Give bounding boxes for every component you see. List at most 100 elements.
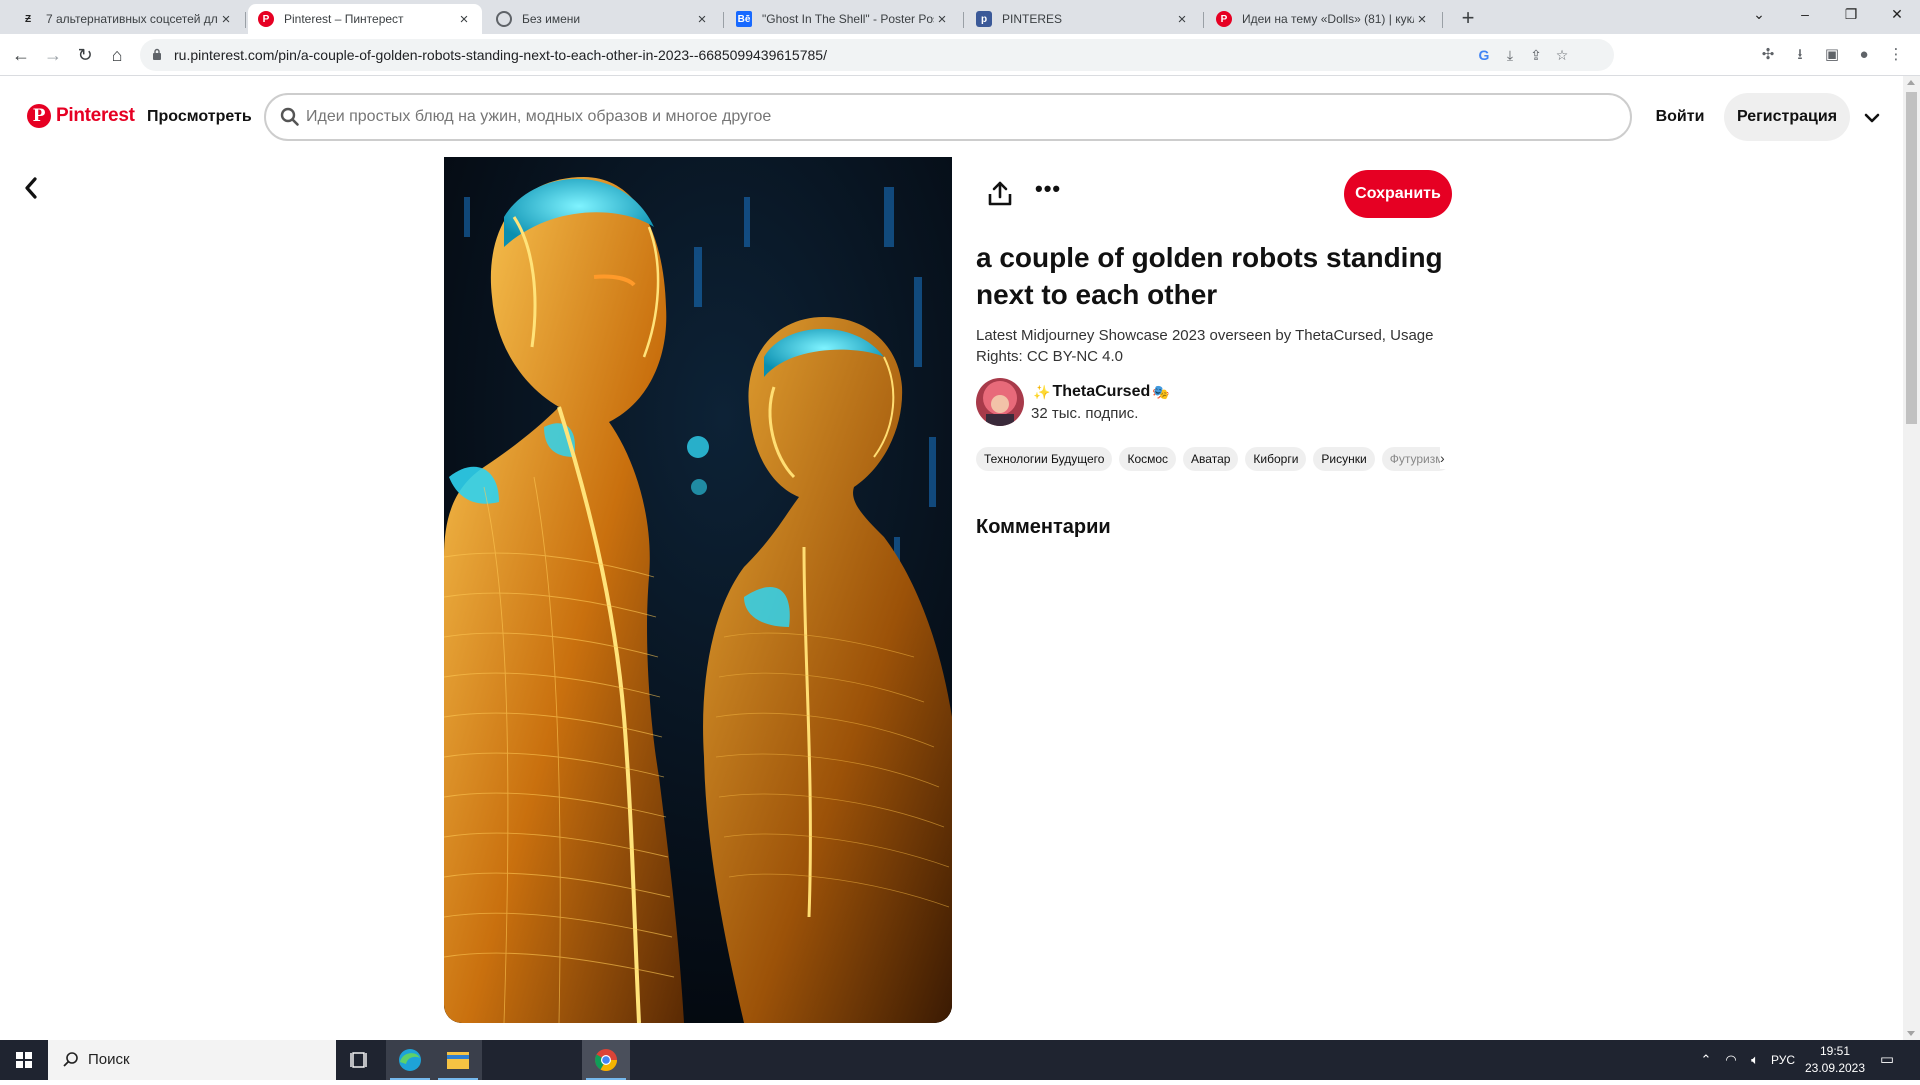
pinterest-logo[interactable]: P Pinterest	[27, 104, 135, 128]
signup-button[interactable]: Регистрация	[1724, 93, 1850, 141]
bookmark-star-icon[interactable]: ☆	[1552, 45, 1572, 65]
side-panel-icon[interactable]: ▣	[1821, 44, 1843, 66]
browser-tab[interactable]: p PINTERES ×	[966, 4, 1200, 34]
search-icon	[63, 1052, 78, 1067]
tag-chip[interactable]: Аватар	[1183, 447, 1239, 471]
close-icon[interactable]: ×	[1174, 11, 1190, 28]
downloads-icon[interactable]: ⭳	[1789, 44, 1811, 66]
more-options-icon[interactable]: •••	[1035, 178, 1061, 206]
windows-taskbar: Поиск ⌃ ◠ 🔈︎ РУС 19:51 23.09.2023 ▭	[0, 1040, 1920, 1080]
pinterest-blue-icon: p	[976, 11, 992, 27]
author-name[interactable]: ThetaCursed	[1052, 383, 1150, 401]
menu-kebab-icon[interactable]: ⋮	[1885, 44, 1907, 66]
tag-chip[interactable]: Технологии Будущего	[976, 447, 1113, 471]
google-icon[interactable]: G	[1474, 45, 1494, 65]
install-icon[interactable]: ⤓	[1500, 45, 1520, 65]
avatar[interactable]	[976, 378, 1024, 426]
browser-tab[interactable]: Bē "Ghost In The Shell" - Poster Pos ×	[726, 4, 960, 34]
author-followers: 32 тыс. подпис.	[1031, 405, 1139, 422]
back-arrow-icon[interactable]: ←	[8, 42, 34, 68]
language-indicator[interactable]: РУС	[1768, 1040, 1798, 1080]
extensions-puzzle-icon[interactable]: ✣	[1757, 44, 1779, 66]
tab-title: PINTERES	[1002, 12, 1063, 26]
tag-chip[interactable]: Киборги	[1245, 447, 1307, 471]
chevron-right-icon[interactable]: ›	[1440, 447, 1454, 469]
search-input[interactable]	[306, 105, 1606, 129]
close-icon[interactable]: ×	[218, 11, 234, 28]
browser-tab[interactable]: Без имени ×	[486, 4, 720, 34]
tray-chevron-up-icon[interactable]: ⌃	[1696, 1040, 1716, 1080]
new-tab-button[interactable]: +	[1455, 6, 1481, 32]
tab-title: Идеи на тему «Dolls» (81) | кукл	[1242, 12, 1414, 26]
pinterest-icon: P	[1216, 11, 1232, 27]
volume-icon[interactable]: 🔈︎	[1744, 1040, 1766, 1080]
browser-tab[interactable]: P Идеи на тему «Dolls» (81) | кукл ×	[1206, 4, 1440, 34]
logo-text: Pinterest	[56, 105, 135, 126]
page-scrollbar[interactable]	[1903, 76, 1920, 1040]
clock-date: 23.09.2023	[1804, 1061, 1866, 1075]
browse-link[interactable]: Просмотреть	[147, 108, 252, 126]
windows-start-icon[interactable]	[0, 1040, 48, 1080]
browser-tab-strip: Ƶ 7 альтернативных соцсетей для × P Pint…	[0, 0, 1920, 34]
edge-app-icon[interactable]	[386, 1040, 434, 1080]
chrome-app-icon[interactable]	[582, 1040, 630, 1080]
share-page-icon[interactable]: ⇪	[1526, 45, 1546, 65]
tag-chip[interactable]: Рисунки	[1313, 447, 1375, 471]
close-icon[interactable]: ×	[934, 11, 950, 28]
clock-time: 19:51	[1819, 1044, 1851, 1058]
pin-title: a couple of golden robots standing next …	[976, 242, 1443, 310]
tab-search-chevron-icon[interactable]: ⌄	[1736, 0, 1782, 30]
tab-title: "Ghost In The Shell" - Poster Pos	[762, 12, 934, 26]
close-icon[interactable]: ×	[694, 11, 710, 28]
scroll-up-arrow-icon[interactable]	[1907, 80, 1915, 85]
behance-icon: Bē	[736, 11, 752, 27]
browser-tab-active[interactable]: P Pinterest – Пинтерест ×	[248, 4, 482, 34]
pinterest-header: P Pinterest Просмотреть Войти Регистраци…	[0, 76, 1900, 160]
notification-icon[interactable]: ▭	[1872, 1040, 1902, 1080]
back-arrow-icon[interactable]	[16, 170, 46, 206]
sparkles-icon: ✨	[1033, 383, 1051, 400]
file-explorer-icon[interactable]	[434, 1040, 482, 1080]
comments-heading: Комментарии	[976, 516, 1111, 538]
restore-button[interactable]: ❐	[1828, 0, 1874, 30]
url-text: ru.pinterest.com/pin/a-couple-of-golden-…	[174, 47, 827, 63]
task-view-icon[interactable]	[336, 1040, 384, 1080]
login-button[interactable]: Войти	[1640, 93, 1720, 141]
lock-icon	[153, 48, 161, 60]
pinterest-logo-icon: P	[27, 104, 51, 128]
globe-icon	[496, 11, 512, 27]
close-icon[interactable]: ×	[1414, 11, 1430, 28]
save-button[interactable]: Сохранить	[1344, 170, 1452, 218]
pinterest-icon: P	[258, 11, 274, 27]
wifi-icon[interactable]: ◠	[1720, 1040, 1742, 1080]
search-bar[interactable]	[264, 93, 1632, 141]
scroll-down-arrow-icon[interactable]	[1907, 1031, 1915, 1036]
home-icon[interactable]: ⌂	[104, 42, 130, 68]
minimize-button[interactable]: –	[1782, 0, 1828, 30]
tab-separator	[1203, 12, 1204, 28]
browser-tab[interactable]: Ƶ 7 альтернативных соцсетей для ×	[10, 4, 244, 34]
tab-title: Без имени	[522, 12, 581, 26]
share-icon[interactable]	[987, 180, 1013, 208]
golden-robots-artwork	[444, 157, 952, 1023]
taskbar-search[interactable]: Поиск	[48, 1040, 336, 1080]
system-clock[interactable]: 19:51 23.09.2023	[1802, 1043, 1868, 1077]
profile-icon[interactable]: ●	[1853, 44, 1875, 66]
forward-arrow-icon[interactable]: →	[40, 42, 66, 68]
close-window-button[interactable]: ✕	[1874, 0, 1920, 30]
author-avatar-image	[976, 378, 1024, 426]
tag-chip[interactable]: Космос	[1119, 447, 1177, 471]
pin-image[interactable]	[444, 157, 952, 1023]
tab-separator	[963, 12, 964, 28]
reload-icon[interactable]: ↻	[72, 42, 98, 68]
scrollbar-thumb[interactable]	[1906, 92, 1917, 424]
close-icon[interactable]: ×	[456, 11, 472, 28]
search-icon	[280, 107, 299, 126]
tab-title: 7 альтернативных соцсетей для	[46, 12, 218, 26]
address-bar[interactable]: ru.pinterest.com/pin/a-couple-of-golden-…	[140, 39, 1614, 71]
taskbar-search-label: Поиск	[88, 1051, 130, 1068]
tab-separator	[245, 12, 246, 28]
theater-masks-icon: 🎭	[1152, 383, 1170, 400]
author-name-row[interactable]: ✨ ThetaCursed 🎭	[1031, 383, 1172, 401]
chevron-down-icon[interactable]	[1862, 108, 1882, 128]
